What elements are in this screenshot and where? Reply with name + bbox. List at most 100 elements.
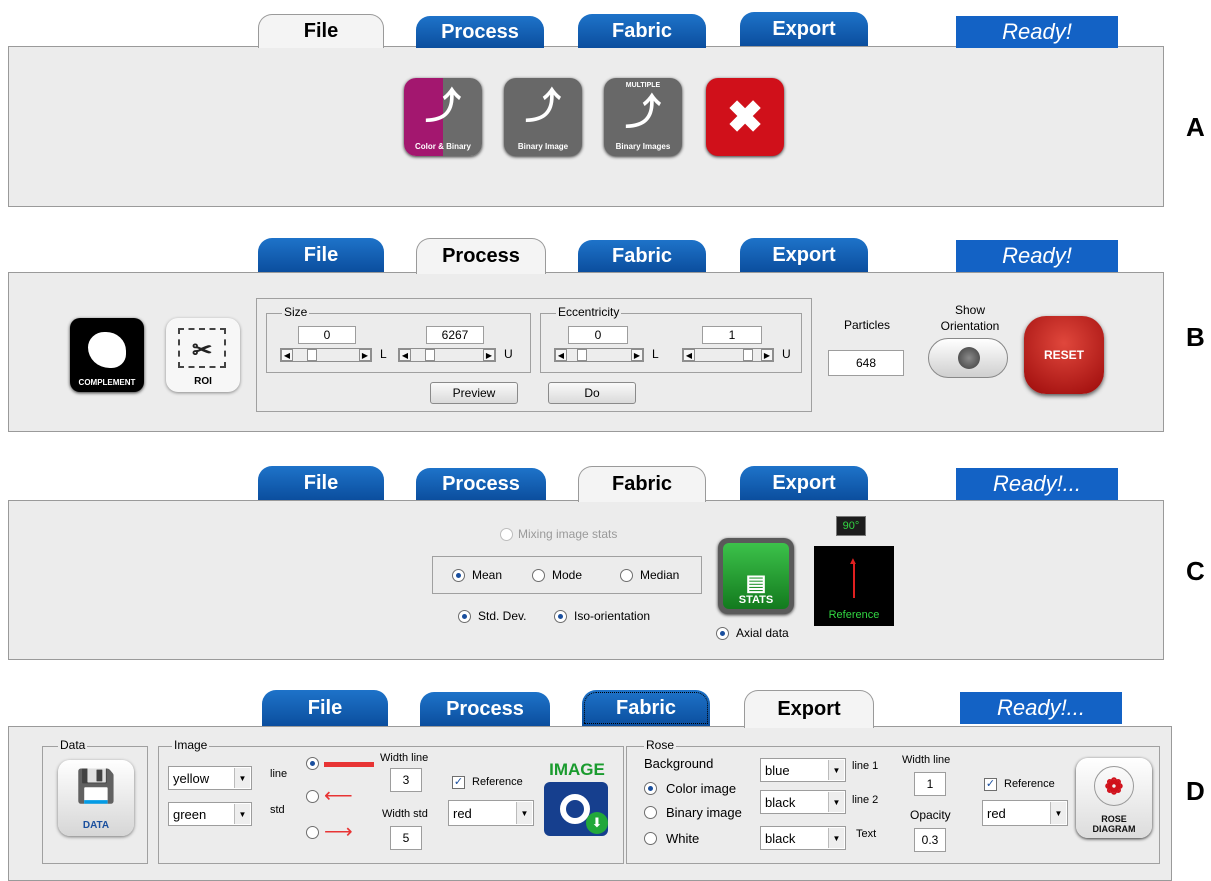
rose-width-line-field[interactable]: 1 [914, 772, 946, 796]
opacity-field[interactable]: 0.3 [914, 828, 946, 852]
load-multiple-binary-images-button[interactable]: MULTIPLE ⤴ Binary Images [604, 78, 682, 156]
binary-image-radio[interactable] [644, 806, 657, 819]
binary-image-label: Binary image [666, 805, 742, 820]
panel-a-body [8, 46, 1164, 207]
size-lower-slider[interactable]: ◀ ▶ [280, 348, 372, 362]
reference-checkbox[interactable]: ✓ [452, 776, 465, 789]
line2-color-select[interactable]: black ▼ [760, 790, 846, 814]
tab-process[interactable]: Process [416, 468, 546, 500]
tab-process[interactable]: Process [416, 238, 546, 274]
iso-orientation-label: Iso-orientation [574, 609, 651, 623]
arrow-right-icon[interactable]: ▶ [483, 349, 495, 361]
tab-export[interactable]: Export [744, 690, 874, 728]
size-lower-field[interactable]: 0 [298, 326, 356, 344]
complement-button[interactable]: COMPLEMENT [70, 318, 144, 392]
tab-file[interactable]: File [258, 14, 384, 48]
iso-orientation-radio[interactable] [554, 610, 567, 623]
slider-thumb[interactable] [577, 349, 587, 361]
line1-color-select[interactable]: blue ▼ [760, 758, 846, 782]
arrow-left-icon[interactable]: ◀ [281, 349, 293, 361]
tab-export[interactable]: Export [740, 466, 868, 500]
select-value: red [453, 805, 472, 821]
export-image-button[interactable]: IMAGE ⬇ [540, 760, 614, 838]
tab-fabric[interactable]: Fabric [578, 466, 706, 502]
tab-fabric[interactable]: Fabric [582, 690, 710, 726]
ecc-upper-slider[interactable]: ◀ ▶ [682, 348, 774, 362]
tab-process[interactable]: Process [416, 16, 544, 48]
arrow-right-icon[interactable]: ▶ [631, 349, 643, 361]
std-color-select[interactable]: green ▼ [168, 802, 252, 826]
show-orientation-toggle[interactable] [928, 338, 1008, 378]
button-caption: DATA [82, 820, 110, 831]
mixing-stats-radio[interactable] [500, 528, 513, 541]
slider-thumb[interactable] [425, 349, 435, 361]
slider-thumb[interactable] [743, 349, 753, 361]
roi-button[interactable]: ✂ ROI [166, 318, 240, 392]
preview-button[interactable]: Preview [430, 382, 518, 404]
arrow-left-icon[interactable]: ◀ [555, 349, 567, 361]
tab-file[interactable]: File [258, 238, 384, 272]
std-label: std [270, 804, 285, 816]
text-color-select[interactable]: black ▼ [760, 826, 846, 850]
ecc-upper-field[interactable]: 1 [702, 326, 762, 344]
arrow-right-icon[interactable]: ▶ [359, 349, 371, 361]
close-button[interactable]: ✖ [706, 78, 784, 156]
upload-arrow-icon: ⤴ [424, 85, 462, 126]
width-line-field[interactable]: 3 [390, 768, 422, 792]
select-value: red [987, 805, 1006, 821]
arrow-style-radio-3[interactable] [306, 826, 319, 839]
reference-color-select[interactable]: red ▼ [448, 800, 534, 826]
rose-petals-icon: ❁ [1104, 774, 1124, 799]
do-button[interactable]: Do [548, 382, 636, 404]
rose-group-label: Rose [644, 738, 677, 752]
tab-file[interactable]: File [258, 466, 384, 500]
arrow-style-radio-1[interactable] [306, 757, 319, 770]
mode-radio[interactable] [532, 569, 545, 582]
load-binary-image-button[interactable]: ⤴ Binary Image [504, 78, 582, 156]
right-arrow-icon: ⟶ [324, 821, 353, 843]
multiple-caption: MULTIPLE [625, 82, 661, 89]
reset-button[interactable]: RESET [1024, 316, 1104, 394]
white-radio[interactable] [644, 832, 657, 845]
arrow-right-icon[interactable]: ▶ [761, 349, 773, 361]
median-radio[interactable] [620, 569, 633, 582]
ecc-lower-field[interactable]: 0 [568, 326, 628, 344]
line-color-select[interactable]: yellow ▼ [168, 766, 252, 790]
data-group-label: Data [58, 738, 88, 752]
rose-diagram-button[interactable]: ❁ ROSE DIAGRAM [1076, 758, 1152, 838]
tab-fabric[interactable]: Fabric [578, 240, 706, 272]
ecc-lower-slider[interactable]: ◀ ▶ [554, 348, 644, 362]
mode-label: Mode [552, 568, 583, 582]
rose-reference-checkbox[interactable]: ✓ [984, 778, 997, 791]
size-upper-slider[interactable]: ◀ ▶ [398, 348, 496, 362]
tab-label: Fabric [611, 473, 673, 495]
stats-button[interactable]: ▤ STATS [718, 538, 794, 614]
stats-face: ▤ STATS [723, 543, 789, 609]
mean-radio[interactable] [452, 569, 465, 582]
axial-data-radio[interactable] [716, 627, 729, 640]
load-color-binary-button[interactable]: ⤴ Color & Binary [404, 78, 482, 156]
status-indicator: Ready!... [960, 692, 1122, 724]
tab-export[interactable]: Export [740, 238, 868, 272]
slider-thumb[interactable] [307, 349, 317, 361]
tab-fabric[interactable]: Fabric [578, 14, 706, 48]
std-dev-radio[interactable] [458, 610, 471, 623]
width-std-field[interactable]: 5 [390, 826, 422, 850]
panel-letter: C [1186, 556, 1205, 586]
rose-reference-color-select[interactable]: red ▼ [982, 800, 1068, 826]
color-image-radio[interactable] [644, 782, 657, 795]
size-upper-field[interactable]: 6267 [426, 326, 484, 344]
tab-label: Process [446, 697, 524, 720]
tab-file[interactable]: File [262, 690, 388, 726]
arrow-style-radio-2[interactable] [306, 790, 319, 803]
left-arrow-icon: ⟵ [324, 785, 353, 807]
arrow-left-icon[interactable]: ◀ [683, 349, 695, 361]
panel-letter: A [1186, 112, 1205, 142]
arrow-left-icon[interactable]: ◀ [399, 349, 411, 361]
tab-export[interactable]: Export [740, 12, 868, 46]
tab-label: Fabric [611, 19, 673, 42]
export-data-button[interactable]: 💾 DATA [58, 760, 134, 836]
tab-process[interactable]: Process [420, 692, 550, 726]
status-indicator: Ready! [956, 240, 1118, 272]
arrow-head-icon: ▲ [848, 556, 858, 567]
